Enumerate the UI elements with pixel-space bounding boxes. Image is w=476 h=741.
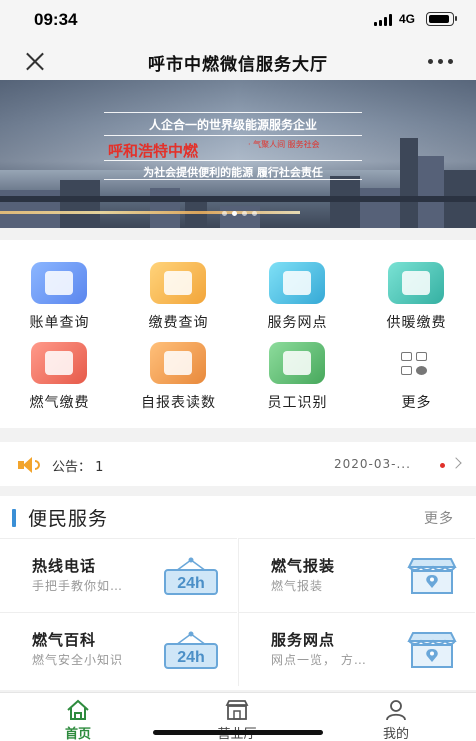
grid-item-heating-payment[interactable]: 供暖缴费 [357,262,476,342]
more-options-icon[interactable] [428,59,454,65]
grid-item-label: 缴费查询 [148,315,209,331]
payment-search-icon [150,262,206,304]
store-icon [269,262,325,304]
service-desc: 燃气报装 [271,579,324,593]
home-icon [67,699,89,720]
grid-item-label: 员工识别 [267,395,328,411]
notice-bar[interactable]: 公告： 1 2020-03-... [0,442,476,486]
tab-label: 首页 [64,727,91,741]
grid-item-more[interactable]: 更多 [357,342,476,422]
grid-item-self-reading[interactable]: 自报表读数 [119,342,238,422]
network-type: 4G [399,12,416,26]
notice-date: 2020-03-... [334,457,411,471]
grid-item-label: 更多 [401,395,432,411]
unread-dot [440,463,445,468]
service-name: 服务网点 [271,631,336,649]
grid-item-label: 供暖缴费 [386,315,447,331]
banner-slogan-small: · 气聚人间 服务社会 [248,140,320,149]
banner-subline: 为社会提供便利的能源 履行社会责任 [143,166,323,179]
tab-label: 我的 [382,727,409,741]
battery-icon [426,12,457,26]
service-gas-install[interactable]: 燃气报装 燃气报装 [238,538,475,612]
service-gas-wiki[interactable]: 燃气百科 燃气安全小知识 24h [0,612,237,686]
grid-item-service-outlets[interactable]: 服务网点 [238,262,357,342]
svg-text:24h: 24h [177,575,205,592]
status-bar: 09:34 4G [0,0,476,42]
service-name: 热线电话 [32,557,97,575]
status-time: 09:34 [34,10,78,29]
chevron-right-icon[interactable] [450,457,462,469]
grid-item-bill-query[interactable]: 账单查询 [0,262,119,342]
grid-item-label: 自报表读数 [141,395,216,411]
banner-slogan: 呼和浩特中燃 [108,142,199,160]
notice-label: 公告： 1 [52,460,104,475]
grid-more-icon [401,352,431,378]
services-more-link[interactable]: 更多 [424,508,454,528]
section-marker [12,509,16,527]
service-hotline[interactable]: 热线电话 手把手教你如… 24h [0,538,237,612]
bill-icon [31,262,87,304]
store-icon [225,700,249,720]
grid-item-label: 账单查询 [29,315,90,331]
svg-text:24h: 24h [177,649,205,666]
service-desc: 燃气安全小知识 [32,653,124,667]
user-icon [386,700,406,721]
page-title: 呼市中燃微信服务大厅 [148,55,328,75]
service-desc: 网点一览， 方… [271,653,367,667]
grid-item-payment-query[interactable]: 缴费查询 [119,262,238,342]
feature-grid: 账单查询 缴费查询 服务网点 供暖缴费 燃气缴费 自报表读数 员工识别 更多 [0,240,476,428]
grid-item-label: 服务网点 [267,315,328,331]
service-name: 燃气百科 [32,631,97,649]
user-check-icon [269,342,325,384]
tab-mine[interactable]: 我的 [336,693,456,741]
convenience-services: 便民服务 更多 热线电话 手把手教你如… 24h 燃气报装 燃气报装 燃气百科 … [0,496,476,690]
service-desc: 手把手教你如… [32,579,124,593]
home-indicator [153,730,323,735]
grid-item-gas-payment[interactable]: 燃气缴费 [0,342,119,422]
24h-sign-icon: 24h [164,557,218,595]
edit-form-icon [150,342,206,384]
signal-icon [374,14,394,26]
banner-carousel[interactable]: 人企合一的世界级能源服务企业 呼和浩特中燃 · 气聚人间 服务社会 为社会提供便… [0,80,476,228]
tab-home[interactable]: 首页 [18,693,138,741]
speaker-icon [18,457,42,473]
service-name: 燃气报装 [271,557,336,575]
shop-location-icon [407,558,457,594]
title-bar: 呼市中燃微信服务大厅 [0,42,476,80]
grid-item-staff-identify[interactable]: 员工识别 [238,342,357,422]
service-outlets[interactable]: 服务网点 网点一览， 方… [238,612,475,686]
shop-location-icon [407,632,457,668]
grid-item-label: 燃气缴费 [29,395,90,411]
banner-bridge [0,196,476,202]
24h-sign-icon: 24h [164,631,218,669]
money-bag-icon [31,342,87,384]
radiator-icon [388,262,444,304]
section-title: 便民服务 [28,508,109,530]
banner-headline: 人企合一的世界级能源服务企业 [148,118,317,132]
carousel-dots [222,211,262,217]
